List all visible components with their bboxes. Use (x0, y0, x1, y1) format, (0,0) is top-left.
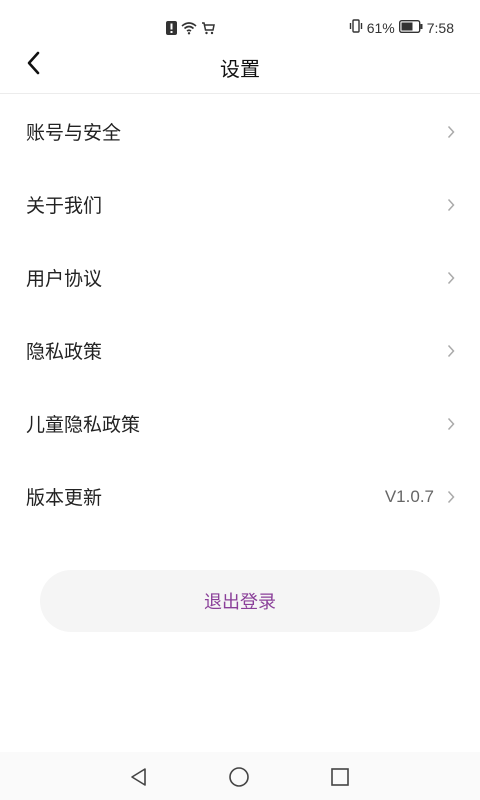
alert-icon (166, 20, 177, 39)
menu-item-label: 用户协议 (26, 268, 103, 290)
cart-icon (201, 20, 215, 39)
status-right: 61% 7:58 (349, 19, 454, 37)
menu-item-label: 隐私政策 (26, 341, 103, 363)
chevron-right-icon (446, 490, 456, 504)
menu-item-privacy-policy[interactable]: 隐私政策 (0, 314, 480, 387)
menu-item-version-update[interactable]: 版本更新 V1.0.7 (0, 460, 480, 533)
wifi-icon (181, 20, 197, 39)
menu-item-children-privacy[interactable]: 儿童隐私政策 (0, 387, 480, 460)
page-title: 设置 (220, 57, 260, 81)
vibrate-icon (349, 19, 363, 37)
back-triangle-icon[interactable] (126, 764, 152, 790)
clock-time: 7:58 (426, 20, 454, 36)
menu-item-about-us[interactable]: 关于我们 (0, 168, 480, 241)
battery-percent: 61% (366, 20, 395, 36)
system-nav-bar (0, 752, 480, 800)
chevron-right-icon (446, 344, 456, 358)
battery-icon (398, 19, 423, 37)
menu-item-user-agreement[interactable]: 用户协议 (0, 241, 480, 314)
title-bar: 设置 (0, 40, 480, 94)
chevron-right-icon (446, 417, 456, 431)
status-bar: 61% 7:58 (0, 0, 480, 40)
menu-item-label: 账号与安全 (26, 122, 122, 144)
menu-item-label: 版本更新 (26, 487, 103, 509)
recents-square-icon[interactable] (327, 764, 353, 790)
menu-item-account-security[interactable]: 账号与安全 (0, 95, 480, 168)
chevron-right-icon (446, 271, 456, 285)
menu-item-label: 关于我们 (26, 195, 103, 217)
chevron-right-icon (446, 198, 456, 212)
settings-menu: 账号与安全 关于我们 用户协议 隐私政策 儿童隐私政策 版本更新 V1.0.7 (0, 95, 480, 533)
home-circle-icon[interactable] (226, 764, 252, 790)
status-notification-icons (166, 20, 215, 39)
logout-button[interactable]: 退出登录 (40, 570, 440, 632)
menu-item-label: 儿童隐私政策 (26, 414, 141, 436)
version-value: V1.0.7 (384, 486, 434, 506)
chevron-right-icon (446, 125, 456, 139)
